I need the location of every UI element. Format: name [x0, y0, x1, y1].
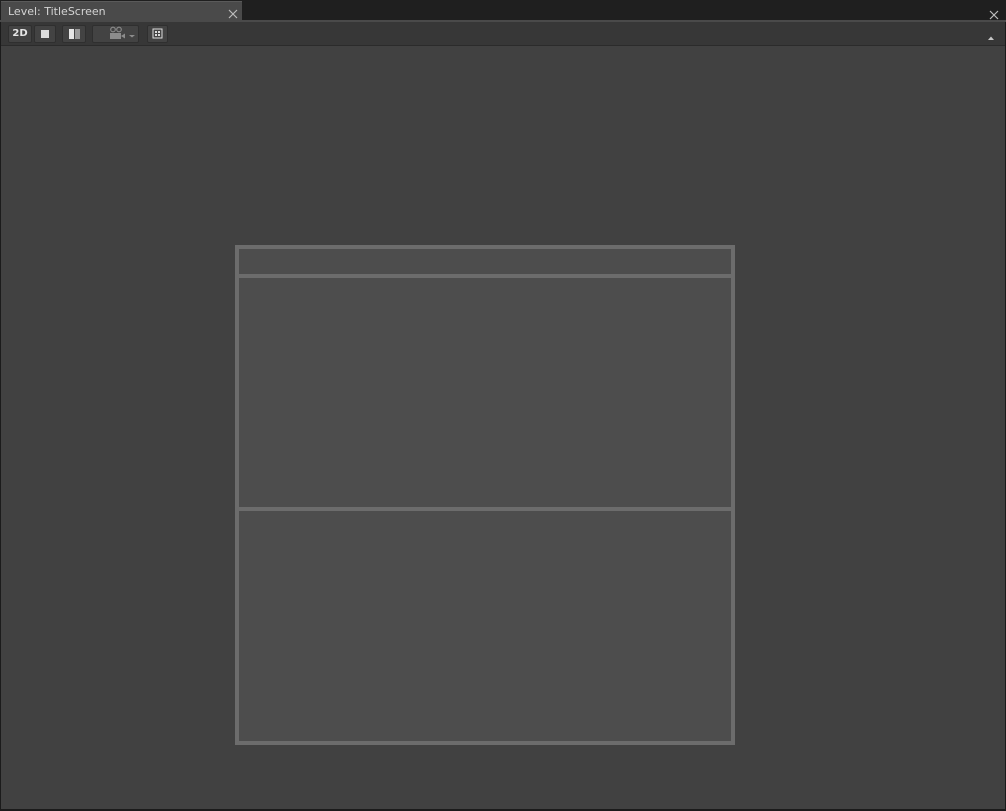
- view-2d-button[interactable]: 2D: [8, 25, 32, 43]
- level-canvas[interactable]: [235, 245, 735, 745]
- tab-level-titlescreen[interactable]: Level: TitleScreen: [1, 1, 242, 21]
- tab-title: Level: TitleScreen: [8, 5, 106, 18]
- canvas-lower-region[interactable]: [239, 511, 731, 741]
- level-editor-window: Level: TitleScreen 2D: [0, 0, 1006, 811]
- canvas-header-region[interactable]: [239, 249, 731, 278]
- window-close-icon[interactable]: [988, 6, 1000, 20]
- viewport-toolbar: 2D: [1, 22, 1005, 46]
- scene-viewport[interactable]: [1, 46, 1005, 809]
- collapse-toolbar-icon[interactable]: [985, 28, 997, 40]
- close-icon[interactable]: [227, 5, 239, 19]
- single-view-button[interactable]: [34, 25, 56, 43]
- grid-toggle-button[interactable]: [147, 25, 168, 43]
- tab-bar: Level: TitleScreen: [0, 0, 1006, 21]
- canvas-upper-region[interactable]: [239, 278, 731, 511]
- split-view-button[interactable]: [62, 25, 86, 43]
- camera-select-button[interactable]: [92, 25, 139, 43]
